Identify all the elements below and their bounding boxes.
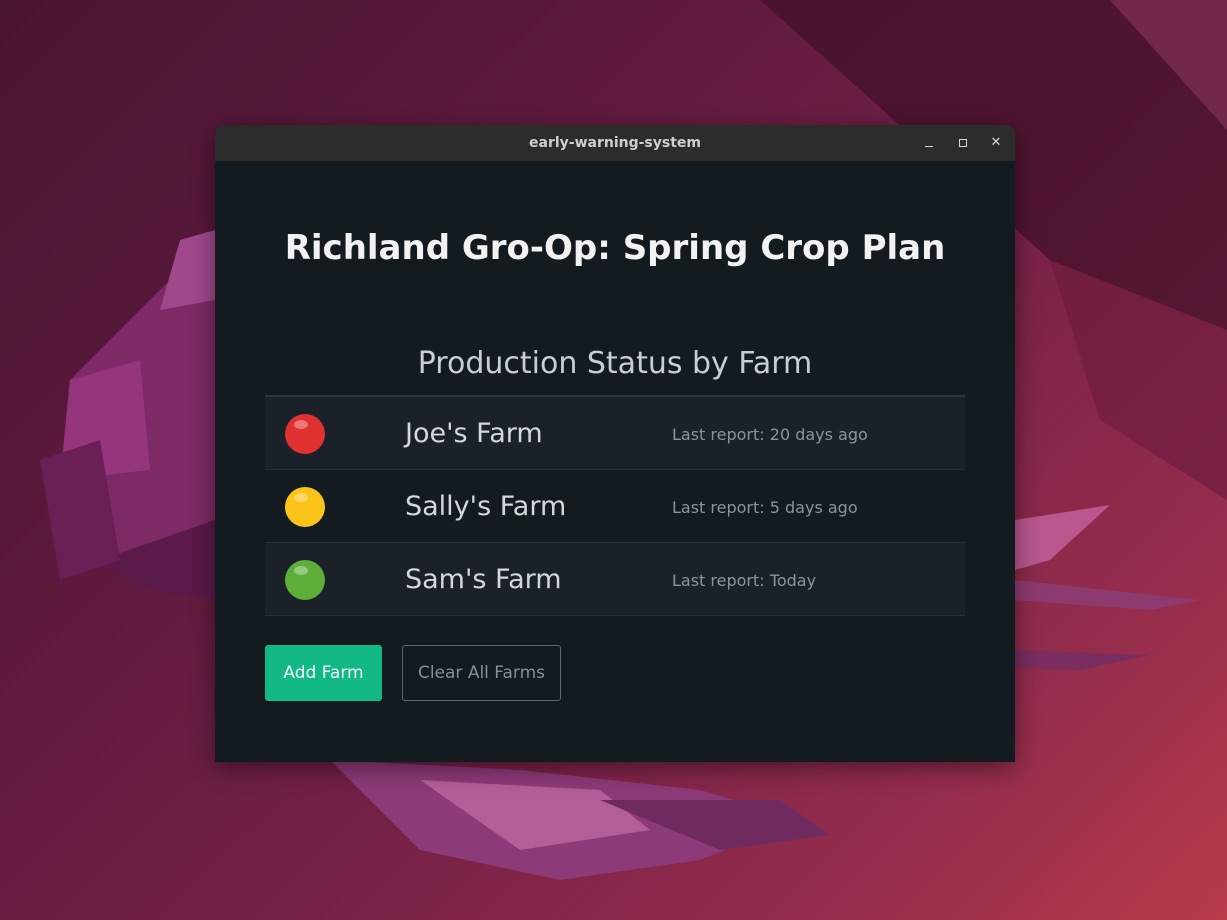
farm-last-report: Last report: 20 days ago	[672, 425, 868, 444]
minimize-icon[interactable]	[919, 133, 939, 153]
farm-name: Joe's Farm	[405, 418, 543, 449]
farm-name: Sam's Farm	[405, 564, 562, 595]
farm-status-table: Joe's Farm Last report: 20 days ago Sall…	[265, 395, 965, 616]
status-yellow-icon	[285, 487, 325, 527]
maximize-icon[interactable]	[953, 133, 973, 153]
farm-name: Sally's Farm	[405, 491, 567, 522]
app-window: early-warning-system ✕ Richland Gro-Op: …	[215, 125, 1015, 762]
section-title: Production Status by Farm	[417, 346, 813, 381]
farm-row: Sam's Farm Last report: Today	[265, 543, 965, 616]
farm-row: Sally's Farm Last report: 5 days ago	[265, 470, 965, 543]
add-farm-button[interactable]: Add Farm	[265, 645, 382, 701]
status-red-icon	[285, 414, 325, 454]
window-title: early-warning-system	[529, 135, 701, 151]
page-title: Richland Gro-Op: Spring Crop Plan	[284, 228, 946, 268]
farm-last-report: Last report: 5 days ago	[672, 498, 858, 517]
window-titlebar[interactable]: early-warning-system ✕	[215, 125, 1015, 162]
close-icon[interactable]: ✕	[986, 133, 1006, 153]
status-green-icon	[285, 560, 325, 600]
app-content: Richland Gro-Op: Spring Crop Plan Produc…	[215, 162, 1015, 762]
farm-row: Joe's Farm Last report: 20 days ago	[265, 397, 965, 470]
farm-last-report: Last report: Today	[672, 571, 817, 590]
clear-all-farms-button[interactable]: Clear All Farms	[402, 645, 561, 701]
